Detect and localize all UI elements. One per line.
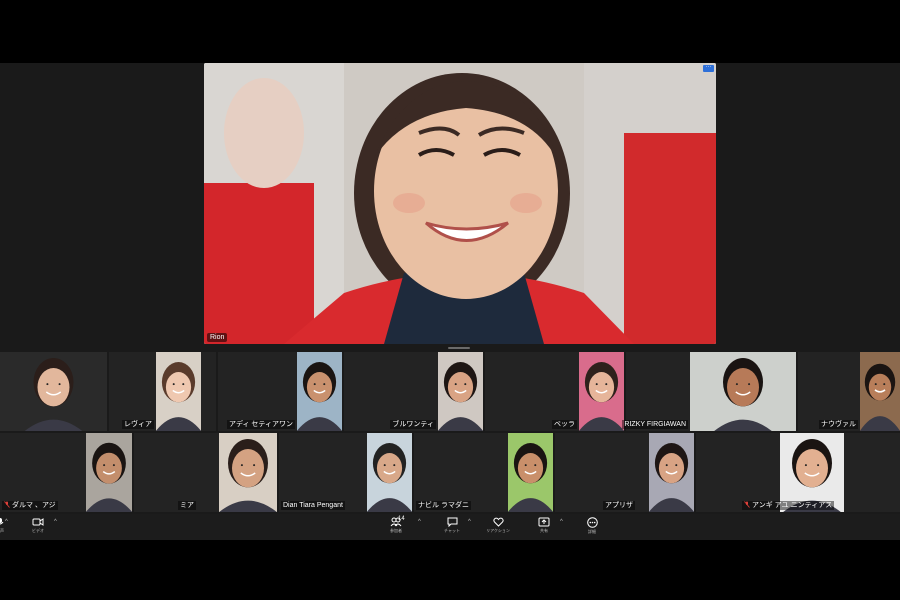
reactions-button[interactable]: リアクション <box>484 517 512 537</box>
video-options-caret[interactable]: ^ <box>54 519 60 525</box>
participant-name-text: RIZKY FIRGIAWAN <box>624 421 686 428</box>
participant-name-text: Dian Tiara Pengant <box>283 502 343 509</box>
participant-tile[interactable]: ダルマ 、アジ <box>0 433 132 512</box>
participant-name-text: アプリザ <box>605 502 633 509</box>
participant-name: アディ セティアワン <box>226 420 295 429</box>
participant-tile[interactable]: アプリザ <box>555 433 694 512</box>
participant-name: ナビル ラマダニ <box>416 501 471 510</box>
speaker-name-label: Rion <box>207 333 228 342</box>
chat-icon <box>447 517 457 527</box>
muted-microphone-icon <box>4 501 10 508</box>
participant-video <box>297 352 342 431</box>
chat-button[interactable]: チャット <box>440 517 464 537</box>
share-button[interactable]: 共有 <box>532 517 556 537</box>
speaker-video-image <box>204 63 716 344</box>
participant-name-text: ベッラ <box>554 421 575 428</box>
participant-name: RIZKY FIRGIAWAN <box>622 420 688 429</box>
speaker-options-button[interactable]: ··· <box>703 64 714 72</box>
participant-name-text: ミア <box>180 502 194 509</box>
participant-name: レヴィア <box>122 420 154 429</box>
participant-tile[interactable] <box>0 352 107 431</box>
participant-tile[interactable]: アンギ アユ ニンティアス <box>696 433 900 512</box>
participant-video <box>367 433 412 512</box>
participant-video <box>156 352 201 431</box>
participant-name-text: アンギ アユ ニンティアス <box>752 502 833 509</box>
gallery-strip: レヴィア アディ セティアワン ブルワンティ ベッラ RIZKY FIRGIAW… <box>0 352 900 514</box>
participant-video <box>690 352 796 431</box>
participant-video <box>0 352 107 431</box>
active-speaker-video[interactable]: ··· Rion <box>204 63 716 344</box>
participant-name: ナウヴァル <box>819 420 858 429</box>
participant-name: ミア <box>178 501 196 510</box>
meeting-toolbar: 音声 ^ ビデオ ^ 14 参加者 ^ チャット ^ リアクション 共有 ^ <box>0 514 900 540</box>
chat-options-caret[interactable]: ^ <box>468 519 474 525</box>
letterbox-top <box>0 0 900 63</box>
muted-microphone-icon <box>744 501 750 508</box>
participant-tile[interactable]: ナウヴァル <box>798 352 900 431</box>
participant-video <box>438 352 483 431</box>
participant-name: アンギ アユ ニンティアス <box>742 501 835 510</box>
participant-video <box>579 352 624 431</box>
participant-tile[interactable]: レヴィア <box>109 352 216 431</box>
participant-name-text: ダルマ 、アジ <box>12 502 56 509</box>
gallery-resize-handle[interactable] <box>448 347 470 349</box>
letterbox-bottom <box>0 540 900 600</box>
participants-options-caret[interactable]: ^ <box>418 519 424 525</box>
more-button[interactable]: 詳細 <box>580 517 604 537</box>
share-options-caret[interactable]: ^ <box>560 519 566 525</box>
participant-name: アプリザ <box>603 501 635 510</box>
audio-options-caret[interactable]: ^ <box>5 519 11 525</box>
participant-tile[interactable]: Dian Tiara Pengant <box>279 433 412 512</box>
participant-video <box>649 433 694 512</box>
participant-name-text: レヴィア <box>124 421 152 428</box>
more-icon <box>586 517 598 528</box>
participant-name-text: ナウヴァル <box>821 421 856 428</box>
participant-name: ダルマ 、アジ <box>2 501 58 510</box>
participant-name-text: アディ セティアワン <box>228 421 293 428</box>
participant-name: ベッラ <box>552 420 577 429</box>
meeting-window: ··· Rion レヴィア アディ セティアワン ブルワンティ ベッラ RIZK… <box>0 63 900 540</box>
participant-tile[interactable]: ベッラ <box>485 352 624 431</box>
video-button[interactable]: ビデオ <box>28 517 48 537</box>
participant-tile[interactable]: RIZKY FIRGIAWAN <box>622 352 796 431</box>
share-screen-icon <box>538 517 550 527</box>
participant-tile[interactable]: ミア <box>134 433 277 512</box>
participant-video <box>219 433 277 512</box>
participants-button[interactable]: 14 参加者 <box>384 516 408 537</box>
reaction-heart-icon <box>492 517 504 527</box>
participant-name-text: ナビル ラマダニ <box>418 502 469 509</box>
participant-video <box>508 433 553 512</box>
participant-name-text: ブルワンティ <box>392 421 434 428</box>
participant-video <box>86 433 132 512</box>
participant-count: 14 <box>398 516 405 522</box>
video-camera-icon <box>32 518 44 526</box>
participant-name: Dian Tiara Pengant <box>281 501 345 510</box>
participant-tile[interactable]: ブルワンティ <box>344 352 483 431</box>
participant-video <box>860 352 900 431</box>
participant-tile[interactable]: アディ セティアワン <box>218 352 342 431</box>
participant-name: ブルワンティ <box>390 420 436 429</box>
participant-tile[interactable]: ナビル ラマダニ <box>414 433 553 512</box>
